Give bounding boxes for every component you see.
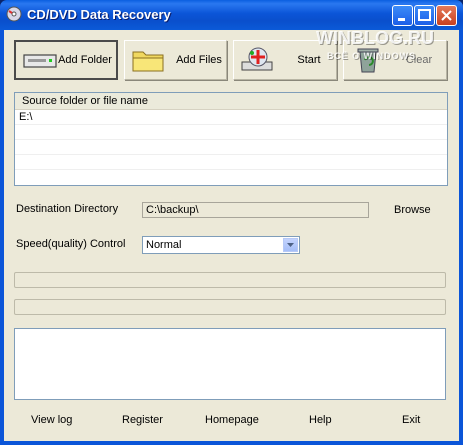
disc-add-icon: [241, 47, 273, 71]
add-folder-button[interactable]: Add Folder: [14, 40, 118, 80]
list-item-text: E:\: [19, 111, 33, 123]
app-window: CD/DVD Data Recovery Add Folder Add File…: [0, 0, 463, 445]
destination-label: Destination Directory: [16, 203, 119, 215]
homepage-link[interactable]: Homepage: [205, 414, 259, 426]
folder-icon: [132, 51, 164, 72]
add-files-button[interactable]: Add Files: [124, 40, 227, 80]
close-button[interactable]: [436, 5, 457, 26]
title-bar[interactable]: CD/DVD Data Recovery: [0, 0, 463, 30]
clear-label: Clear: [405, 54, 433, 66]
add-files-label: Add Files: [176, 54, 222, 66]
list-item[interactable]: [15, 170, 447, 184]
maximize-icon: [418, 9, 431, 21]
view-log-link[interactable]: View log: [31, 414, 72, 426]
start-label: Start: [297, 54, 321, 66]
list-item[interactable]: [15, 140, 447, 155]
disc-app-icon: [6, 6, 22, 22]
progress-bar-total: [14, 272, 446, 288]
clear-button[interactable]: Clear: [343, 40, 447, 80]
dialog-client-area: Add Folder Add Files Start Clear Source …: [4, 30, 459, 441]
start-button[interactable]: Start: [233, 40, 337, 80]
exit-link[interactable]: Exit: [402, 414, 420, 426]
add-folder-label: Add Folder: [58, 54, 112, 66]
destination-field[interactable]: C:\backup\: [142, 202, 369, 218]
speed-selected-value: Normal: [146, 239, 182, 251]
window-frame-bottom: [0, 441, 463, 445]
minimize-button[interactable]: [392, 5, 413, 26]
progress-bar-file: [14, 299, 446, 315]
log-output[interactable]: [14, 328, 446, 400]
list-item[interactable]: [15, 155, 447, 170]
source-list-header[interactable]: Source folder or file name: [15, 93, 447, 110]
window-title: CD/DVD Data Recovery: [27, 7, 171, 22]
list-item[interactable]: [15, 125, 447, 140]
speed-label: Speed(quality) Control: [16, 238, 126, 250]
dropdown-arrow-button[interactable]: [283, 238, 298, 252]
maximize-button[interactable]: [414, 5, 435, 26]
source-column-header: Source folder or file name: [22, 95, 148, 107]
list-item[interactable]: E:\: [15, 110, 447, 125]
source-list[interactable]: Source folder or file name E:\: [14, 92, 448, 186]
close-icon: [441, 10, 452, 21]
browse-button[interactable]: Browse: [394, 204, 431, 216]
help-link[interactable]: Help: [309, 414, 332, 426]
speed-select[interactable]: Normal: [142, 236, 300, 254]
register-link[interactable]: Register: [122, 414, 163, 426]
drive-icon: [23, 54, 57, 68]
recycle-bin-icon: [357, 48, 379, 73]
chevron-down-icon: [287, 243, 294, 247]
window-frame-right: [459, 30, 463, 445]
minimize-icon: [398, 18, 405, 21]
